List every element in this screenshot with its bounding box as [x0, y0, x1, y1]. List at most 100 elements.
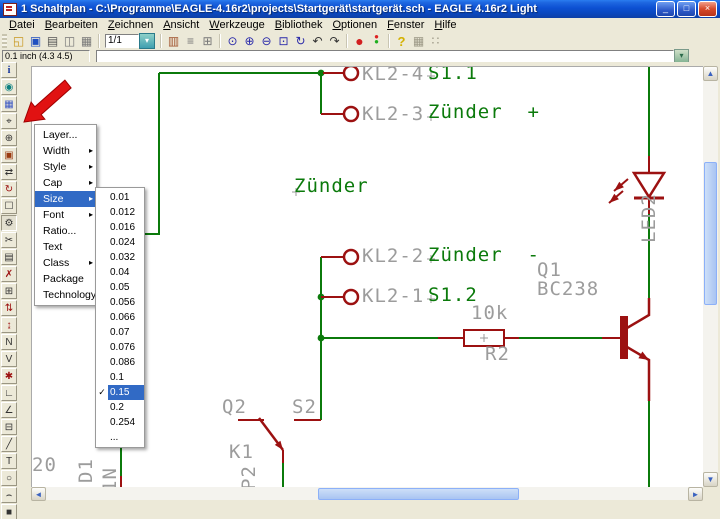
tool-display-icon[interactable]: ▦: [1, 96, 17, 112]
size-option[interactable]: 0.01: [96, 190, 144, 205]
tool-show-icon[interactable]: ◉: [1, 79, 17, 95]
close-button[interactable]: ×: [698, 1, 717, 17]
zoom-in-icon[interactable]: ⊕: [241, 33, 258, 49]
size-option[interactable]: 0.04: [96, 265, 144, 280]
menu-item-package[interactable]: Package: [35, 271, 96, 287]
tool-group-icon[interactable]: ☐: [1, 198, 17, 214]
sheet-selector-value[interactable]: 1/1: [105, 34, 139, 48]
grid-lines-icon[interactable]: ▦: [410, 33, 427, 49]
open-icon[interactable]: ◱: [10, 33, 27, 49]
menu-werkzeuge[interactable]: Werkzeuge: [204, 19, 269, 31]
zoom-select-icon[interactable]: ⊡: [275, 33, 292, 49]
menu-item-text[interactable]: Text: [35, 239, 96, 255]
size-option[interactable]: 0.032: [96, 250, 144, 265]
tool-arc-icon[interactable]: ⌢: [1, 487, 17, 503]
use-library-icon[interactable]: ▥: [165, 33, 182, 49]
tool-name-icon[interactable]: N: [1, 334, 17, 350]
tool-value-icon[interactable]: V: [1, 351, 17, 367]
tool-smash-icon[interactable]: ✱: [1, 368, 17, 384]
tool-split-icon[interactable]: ∠: [1, 402, 17, 418]
tool-mirror-icon[interactable]: ⇄: [1, 164, 17, 180]
redo-icon[interactable]: ↷: [326, 33, 343, 49]
menu-item-size[interactable]: Size▸: [35, 191, 96, 207]
size-option[interactable]: 0.07: [96, 325, 144, 340]
size-option-more[interactable]: ...: [96, 430, 144, 445]
switch-to-board-icon[interactable]: ▦: [78, 33, 95, 49]
tool-gateswap-icon[interactable]: ↨: [1, 317, 17, 333]
size-option[interactable]: 0.05: [96, 280, 144, 295]
menu-zeichnen[interactable]: Zeichnen: [103, 19, 158, 31]
size-option-checked[interactable]: ✓0.15: [96, 385, 144, 400]
vertical-scroll-thumb[interactable]: [704, 162, 717, 305]
tool-change-wrench-icon[interactable]: ⚙: [1, 215, 17, 231]
help-icon[interactable]: ?: [393, 33, 410, 49]
tool-paste-icon[interactable]: ▤: [1, 249, 17, 265]
size-option[interactable]: 0.056: [96, 295, 144, 310]
size-option[interactable]: 0.2: [96, 400, 144, 415]
tool-rect-icon[interactable]: ■: [1, 504, 17, 519]
tool-wire-icon[interactable]: ╱: [1, 436, 17, 452]
menu-item-ratio[interactable]: Ratio...: [35, 223, 96, 239]
cam-processor-icon[interactable]: ◫: [61, 33, 78, 49]
grid-dots-icon[interactable]: ∷: [427, 33, 444, 49]
run-ulp-icon[interactable]: ⊞: [199, 33, 216, 49]
menu-bearbeiten[interactable]: Bearbeiten: [40, 19, 103, 31]
menu-item-class[interactable]: Class▸: [35, 255, 96, 271]
size-option[interactable]: 0.086: [96, 355, 144, 370]
size-option[interactable]: 0.1: [96, 370, 144, 385]
zoom-out-icon[interactable]: ⊖: [258, 33, 275, 49]
menu-bibliothek[interactable]: Bibliothek: [270, 19, 328, 31]
restore-button[interactable]: □: [677, 1, 696, 17]
tool-cut-icon[interactable]: ✂: [1, 232, 17, 248]
menu-item-style[interactable]: Style▸: [35, 159, 96, 175]
menu-fenster[interactable]: Fenster: [382, 19, 429, 31]
tool-invoke-icon[interactable]: ⊟: [1, 419, 17, 435]
tool-rotate-icon[interactable]: ↻: [1, 181, 17, 197]
size-option[interactable]: 0.012: [96, 205, 144, 220]
menu-optionen[interactable]: Optionen: [327, 19, 382, 31]
tool-circle-icon[interactable]: ○: [1, 470, 17, 486]
scroll-left-icon[interactable]: ◄: [31, 487, 46, 501]
save-icon[interactable]: ▣: [27, 33, 44, 49]
scroll-right-icon[interactable]: ►: [688, 487, 703, 501]
size-option[interactable]: 0.016: [96, 220, 144, 235]
tool-pinswap-icon[interactable]: ⇅: [1, 300, 17, 316]
command-input[interactable]: [96, 50, 674, 63]
menu-item-cap[interactable]: Cap▸: [35, 175, 96, 191]
script-icon[interactable]: ≡: [182, 33, 199, 49]
menu-ansicht[interactable]: Ansicht: [158, 19, 204, 31]
tool-copy-icon[interactable]: ▣: [1, 147, 17, 163]
zoom-redraw-icon[interactable]: ↻: [292, 33, 309, 49]
menu-datei[interactable]: Datei: [4, 19, 40, 31]
sheet-selector[interactable]: 1/1 ▾: [105, 33, 155, 49]
size-option[interactable]: 0.024: [96, 235, 144, 250]
scroll-down-icon[interactable]: ▼: [703, 472, 718, 487]
horizontal-scrollbar[interactable]: ◄ ►: [31, 487, 703, 500]
tool-add-icon[interactable]: ⊞: [1, 283, 17, 299]
traffic-light-icon[interactable]: ●: [368, 33, 385, 49]
menu-item-width[interactable]: Width▸: [35, 143, 96, 159]
sheet-selector-dropdown-icon[interactable]: ▾: [139, 33, 155, 49]
menu-item-layer[interactable]: Layer...: [35, 127, 96, 143]
stop-icon[interactable]: ●: [351, 33, 368, 49]
size-option[interactable]: 0.066: [96, 310, 144, 325]
toolbar-grip[interactable]: [2, 34, 7, 48]
size-option[interactable]: 0.254: [96, 415, 144, 430]
menu-hilfe[interactable]: Hilfe: [429, 19, 461, 31]
menu-item-font[interactable]: Font▸: [35, 207, 96, 223]
horizontal-scroll-thumb[interactable]: [318, 488, 519, 500]
scroll-up-icon[interactable]: ▲: [703, 66, 718, 81]
tool-move-icon[interactable]: ⊕: [1, 130, 17, 146]
tool-miter-icon[interactable]: ∟: [1, 385, 17, 401]
vertical-scrollbar[interactable]: ▲ ▼: [703, 66, 718, 487]
tool-delete-icon[interactable]: ✗: [1, 266, 17, 282]
tool-text-icon[interactable]: T: [1, 453, 17, 469]
tool-mark-icon[interactable]: ⌖: [1, 113, 17, 129]
size-option[interactable]: 0.076: [96, 340, 144, 355]
minimize-button[interactable]: _: [656, 1, 675, 17]
menu-item-technology[interactable]: Technology: [35, 287, 96, 303]
undo-icon[interactable]: ↶: [309, 33, 326, 49]
tool-info-icon[interactable]: i: [1, 62, 17, 78]
print-icon[interactable]: ▤: [44, 33, 61, 49]
zoom-fit-icon[interactable]: ⊙: [224, 33, 241, 49]
